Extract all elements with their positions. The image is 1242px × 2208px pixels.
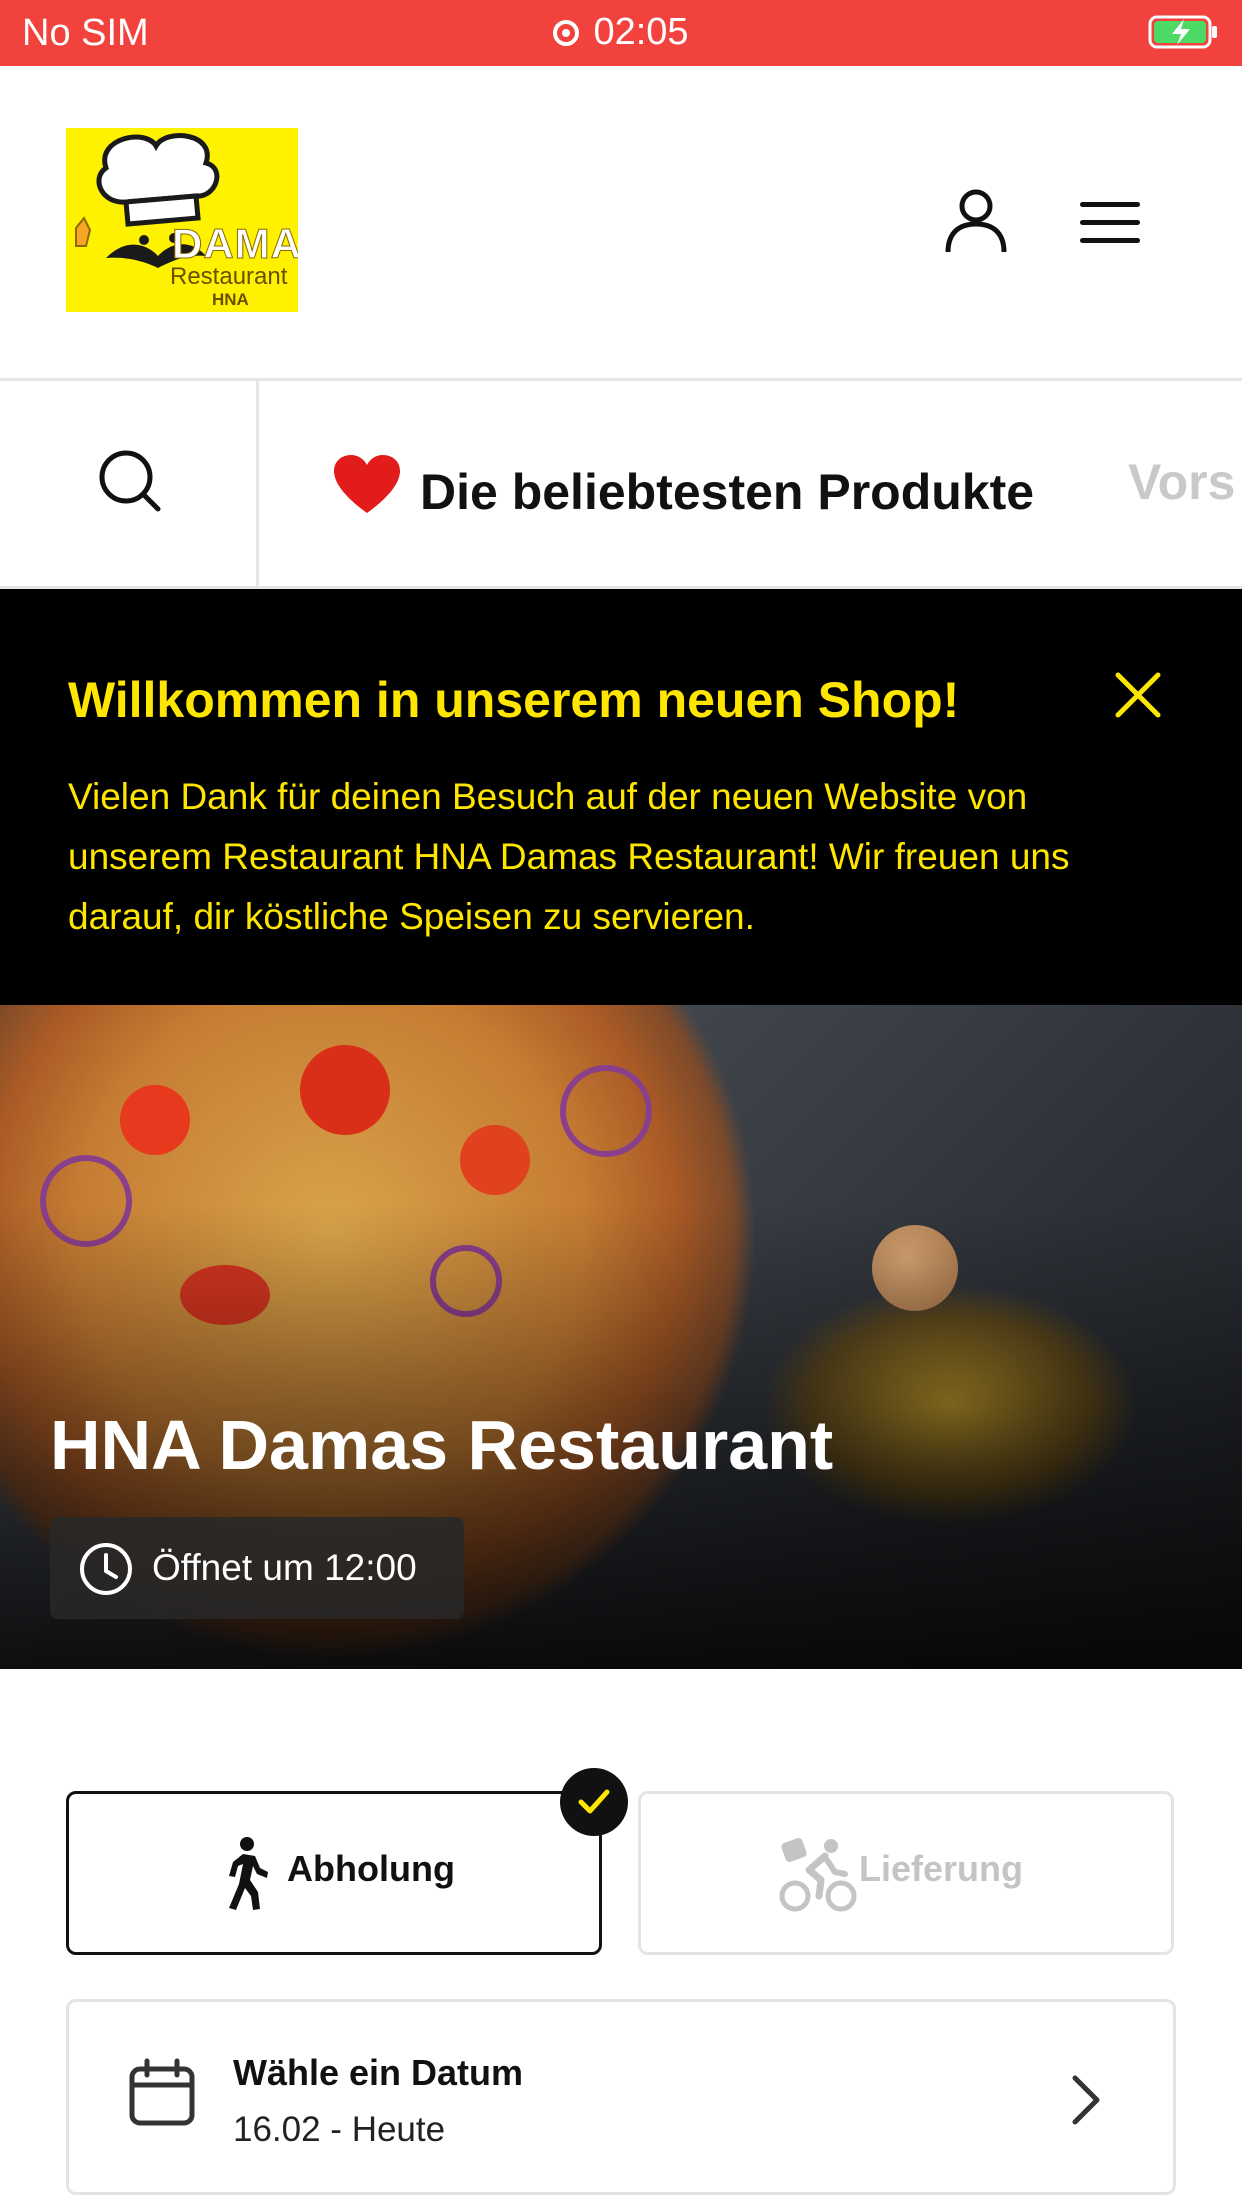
close-icon[interactable] (1112, 669, 1164, 721)
search-icon (99, 450, 161, 512)
pickup-option[interactable]: Abholung (66, 1791, 602, 1955)
logo-text-hna: HNA (212, 290, 249, 309)
menu-icon[interactable] (1074, 194, 1146, 250)
search-button[interactable] (0, 381, 259, 586)
delivery-option[interactable]: Lieferung (638, 1791, 1174, 1955)
pickup-label: Abholung (287, 1848, 455, 1889)
nav-tab-next[interactable]: Vors (1128, 453, 1235, 511)
heart-icon (334, 455, 400, 513)
restaurant-logo[interactable]: DAMAS Restaurant HNA (66, 128, 298, 312)
welcome-banner: Willkommen in unserem neuen Shop! Vielen… (0, 589, 1242, 1005)
calendar-icon (129, 2058, 195, 2126)
opening-hours-text: Öffnet um 12:00 (152, 1547, 417, 1588)
bike-icon (779, 1837, 857, 1912)
date-value: 16.02 - Heute (233, 2110, 446, 2149)
status-bar: No SIM 02:05 (0, 0, 1242, 66)
delivery-label: Lieferung (859, 1848, 1024, 1889)
banner-title: Willkommen in unserem neuen Shop! (68, 672, 960, 728)
logo-text-damas: DAMAS (172, 220, 299, 268)
logo-text-restaurant: Restaurant (170, 263, 288, 290)
date-picker-row[interactable]: Wähle ein Datum 16.02 - Heute (66, 1999, 1176, 2195)
hero-image: HNA Damas Restaurant Öffnet um 12:00 (0, 1005, 1242, 1669)
date-label: Wähle ein Datum (233, 2052, 524, 2093)
banner-text: Vielen Dank für deinen Besuch auf der ne… (68, 776, 1070, 937)
user-icon[interactable] (940, 184, 1012, 256)
status-time: 02:05 (593, 11, 689, 53)
battery-charging-icon (1148, 15, 1217, 49)
walking-icon (229, 1837, 268, 1910)
category-nav: Die beliebtesten Produkte Vors (0, 381, 1242, 589)
app-header: DAMAS Restaurant HNA (0, 66, 1242, 381)
nav-tab-popular[interactable]: Die beliebtesten Produkte (332, 453, 1034, 521)
screen-recording-icon (553, 20, 580, 46)
opening-hours-badge: Öffnet um 12:00 (50, 1517, 464, 1619)
nav-tab-label: Vors (1128, 454, 1236, 510)
clock-icon (80, 1543, 132, 1595)
chevron-right-icon (1072, 2075, 1100, 2125)
status-time-group: 02:05 (0, 11, 1242, 54)
restaurant-name: HNA Damas Restaurant (50, 1406, 834, 1484)
nav-tab-label: Die beliebtesten Produkte (420, 464, 1035, 520)
selected-check-icon (560, 1768, 628, 1836)
